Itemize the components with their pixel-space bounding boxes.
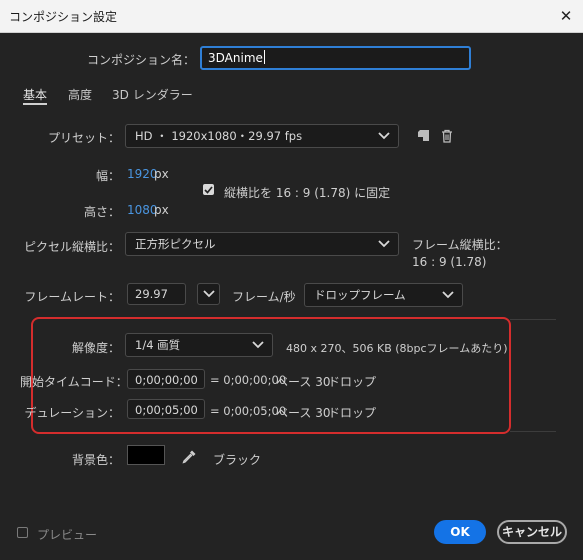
bg-color-swatch[interactable] [127,445,165,465]
pixel-aspect-label: ピクセル縦横比： [23,240,120,254]
height-value[interactable]: 1080 [127,203,158,217]
resolution-info: 480 x 270、506 KB (8bpcフレームあたり) [286,342,508,355]
width-label: 幅： [95,169,120,183]
resolution-label: 解像度： [71,341,120,355]
duration-drop: ドロップ [328,406,377,420]
frame-aspect-label: フレーム縦横比： [412,238,508,252]
preset-select[interactable]: HD ・ 1920x1080・29.97 fps [125,124,399,148]
preview-checkbox[interactable] [17,527,28,538]
start-timecode-input[interactable]: 0;00;00;00 [127,369,205,389]
chevron-down-icon [202,290,215,298]
frame-rate-input[interactable]: 29.97 [127,283,186,305]
comp-name-label: コンポジション名： [86,53,195,67]
chevron-down-icon [442,284,454,306]
comp-name-input[interactable]: 3DAnime [200,46,471,70]
drop-frame-select[interactable]: ドロップフレーム [304,283,463,307]
duration-input[interactable]: 0;00;05;00 [127,399,205,419]
tab-basic-underline [23,103,47,105]
chevron-down-icon [378,125,390,147]
frame-aspect-value: 16 : 9 (1.78) [412,255,487,269]
lock-aspect-checkbox[interactable] [203,184,214,195]
tab-advanced[interactable]: 高度 [68,86,92,103]
chevron-down-icon [378,233,390,255]
tab-basic[interactable]: 基本 [23,86,47,103]
ok-button[interactable]: OK [434,520,486,544]
start-timecode-drop: ドロップ [328,375,377,389]
duration-label: デュレーション： [24,406,120,420]
duration-base: ベース 30 [276,406,331,420]
preview-label: プレビュー [37,528,98,542]
frame-rate-dropdown[interactable] [197,283,220,305]
eyedropper-icon[interactable] [180,447,198,465]
comp-name-value: 3DAnime [208,51,263,65]
save-preset-icon[interactable] [415,127,433,145]
bg-color-label: 背景色： [71,453,120,467]
window-title: コンポジション設定 [9,10,118,24]
text-caret [263,50,265,64]
frame-rate-label: フレームレート： [24,290,120,304]
tab-3d-renderer[interactable]: 3D レンダラー [112,86,193,103]
start-timecode-base: ベース 30 [276,375,331,389]
height-label: 高さ： [83,205,120,219]
duration-readout: = 0;00;05;00 [210,404,287,418]
width-value[interactable]: 1920 [127,167,158,181]
cancel-button[interactable]: キャンセル [497,520,567,544]
section-divider [510,431,556,432]
resolution-select[interactable]: 1/4 画質 [125,333,273,357]
trash-icon[interactable] [438,127,456,145]
width-unit: px [154,167,169,181]
section-divider [510,319,556,320]
title-bar: コンポジション設定 ✕ [0,0,583,33]
pixel-aspect-value: 正方形ピクセル [135,237,216,251]
start-timecode-readout: = 0;00;00;00 [210,373,287,387]
resolution-value: 1/4 画質 [135,338,181,352]
chevron-down-icon [252,334,264,356]
start-timecode-label: 開始タイムコード： [20,375,128,389]
preset-value: HD ・ 1920x1080・29.97 fps [135,129,303,143]
pixel-aspect-select[interactable]: 正方形ピクセル [125,232,399,256]
drop-frame-value: ドロップフレーム [314,288,406,302]
frame-rate-unit: フレーム/秒 [232,290,296,304]
lock-aspect-label: 縦横比を 16 : 9 (1.78) に固定 [224,186,391,200]
preset-label: プリセット： [47,131,120,145]
height-unit: px [154,203,169,217]
close-icon[interactable]: ✕ [555,5,577,27]
bg-color-name: ブラック [213,453,262,467]
